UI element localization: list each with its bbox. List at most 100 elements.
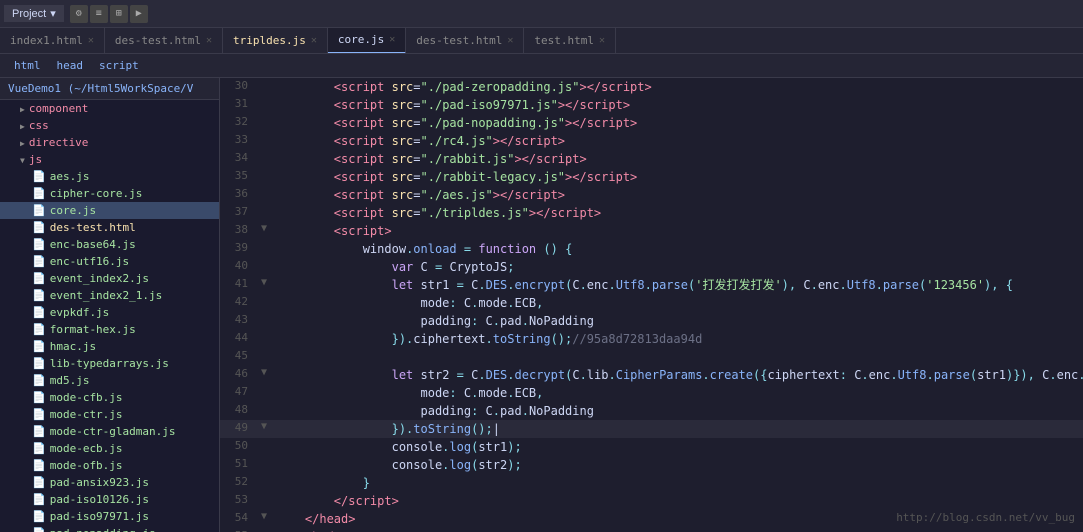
sidebar-item-css[interactable]: css <box>0 117 219 134</box>
sidebar-item-label: directive <box>29 136 89 149</box>
sidebar-item-event-index2[interactable]: 📄 event_index2.js <box>0 270 219 287</box>
line-54: 54 ▼ </head> <box>220 510 1083 528</box>
sidebar-item-component[interactable]: component <box>0 100 219 117</box>
folder-open-icon <box>20 153 25 166</box>
tab-close-icon[interactable]: ✕ <box>206 35 212 46</box>
sidebar-item-label: hmac.js <box>50 340 96 353</box>
line-52: 52 } <box>220 474 1083 492</box>
top-bar: Project ▾ ⚙ ≡ ⊞ ▶ <box>0 0 1083 28</box>
sidebar-item-pad-nopadding[interactable]: 📄 pad-nopadding.js <box>0 525 219 532</box>
sidebar-item-cipher-core[interactable]: 📄 cipher-core.js <box>0 185 219 202</box>
tab-test[interactable]: test.html ✕ <box>524 28 616 54</box>
sidebar-item-mode-ctr[interactable]: 📄 mode-ctr.js <box>0 406 219 423</box>
folder-icon <box>20 102 25 115</box>
sidebar-item-pad-ansix923[interactable]: 📄 pad-ansix923.js <box>0 474 219 491</box>
line-36: 36 <script src="./aes.js"></script> <box>220 186 1083 204</box>
sidebar-item-hmac[interactable]: 📄 hmac.js <box>0 338 219 355</box>
line-38: 38 ▼ <script> <box>220 222 1083 240</box>
sidebar-item-mode-ecb[interactable]: 📄 mode-ecb.js <box>0 440 219 457</box>
tab-close-icon[interactable]: ✕ <box>311 35 317 46</box>
line-44: 44 }).ciphertext.toString();//95a8d72813… <box>220 330 1083 348</box>
sidebar-item-label: mode-ctr.js <box>50 408 123 421</box>
tab-close-icon[interactable]: ✕ <box>507 35 513 46</box>
line-32: 32 <script src="./pad-nopadding.js"></sc… <box>220 114 1083 132</box>
tab-label: test.html <box>534 34 594 47</box>
file-icon: 📄 <box>32 459 46 472</box>
sidebar-item-enc-base64[interactable]: 📄 enc-base64.js <box>0 236 219 253</box>
tabs-bar: index1.html ✕ des-test.html ✕ tripldes.j… <box>0 28 1083 54</box>
file-icon: 📄 <box>32 408 46 421</box>
sidebar: VueDemo1 (~/Html5WorkSpace/V component c… <box>0 78 220 532</box>
sidebar-item-label: pad-nopadding.js <box>50 527 156 532</box>
breadcrumb-script[interactable]: script <box>93 58 145 73</box>
sidebar-item-label: mode-cfb.js <box>50 391 123 404</box>
line-45: 45 <box>220 348 1083 366</box>
line-48: 48 padding: C.pad.NoPadding <box>220 402 1083 420</box>
project-title: VueDemo1 (~/Html5WorkSpace/V <box>8 82 193 95</box>
sidebar-item-event-index2-1[interactable]: 📄 event_index2_1.js <box>0 287 219 304</box>
sidebar-item-label: format-hex.js <box>50 323 136 336</box>
sidebar-item-mode-cfb[interactable]: 📄 mode-cfb.js <box>0 389 219 406</box>
tab-label: tripldes.js <box>233 34 306 47</box>
project-menu[interactable]: Project ▾ <box>4 5 64 22</box>
tab-close-icon[interactable]: ✕ <box>599 35 605 46</box>
tab-tripldes[interactable]: tripldes.js ✕ <box>223 28 328 54</box>
tab-des-test[interactable]: des-test.html ✕ <box>105 28 223 54</box>
folder-icon <box>20 136 25 149</box>
file-icon: 📄 <box>32 493 46 506</box>
line-40: 40 var C = CryptoJS; <box>220 258 1083 276</box>
sidebar-item-js[interactable]: js <box>0 151 219 168</box>
toolbar-icon-1[interactable]: ⚙ <box>70 5 88 23</box>
sidebar-item-label: mode-ctr-gladman.js <box>50 425 176 438</box>
sidebar-item-enc-utf16[interactable]: 📄 enc-utf16.js <box>0 253 219 270</box>
tab-des-test2[interactable]: des-test.html ✕ <box>406 28 524 54</box>
sidebar-item-label: event_index2_1.js <box>50 289 163 302</box>
sidebar-item-label: pad-iso97971.js <box>50 510 149 523</box>
sidebar-item-core[interactable]: 📄 core.js <box>0 202 219 219</box>
line-50: 50 console.log(str1); <box>220 438 1083 456</box>
file-icon: 📄 <box>32 425 46 438</box>
line-47: 47 mode: C.mode.ECB, <box>220 384 1083 402</box>
tab-close-icon[interactable]: ✕ <box>88 35 94 46</box>
sidebar-item-label: component <box>29 102 89 115</box>
line-49: 49 ▼ }).toString();| <box>220 420 1083 438</box>
sidebar-item-pad-iso97971[interactable]: 📄 pad-iso97971.js <box>0 508 219 525</box>
sidebar-item-aes[interactable]: 📄 aes.js <box>0 168 219 185</box>
toolbar-icon-3[interactable]: ⊞ <box>110 5 128 23</box>
sidebar-item-label: mode-ofb.js <box>50 459 123 472</box>
sidebar-item-mode-ofb[interactable]: 📄 mode-ofb.js <box>0 457 219 474</box>
sidebar-item-format-hex[interactable]: 📄 format-hex.js <box>0 321 219 338</box>
sidebar-item-label: aes.js <box>50 170 90 183</box>
file-icon: 📄 <box>32 238 46 251</box>
sidebar-item-mode-ctr-gladman[interactable]: 📄 mode-ctr-gladman.js <box>0 423 219 440</box>
file-icon: 📄 <box>32 442 46 455</box>
file-icon: 📄 <box>32 306 46 319</box>
breadcrumb-html[interactable]: html <box>8 58 47 73</box>
tab-close-icon[interactable]: ✕ <box>389 34 395 45</box>
sidebar-item-label: js <box>29 153 42 166</box>
line-37: 37 <script src="./tripldes.js"></script> <box>220 204 1083 222</box>
tab-label: des-test.html <box>115 34 201 47</box>
line-30: 30 <script src="./pad-zeropadding.js"></… <box>220 78 1083 96</box>
tab-label: des-test.html <box>416 34 502 47</box>
file-icon: 📄 <box>32 187 46 200</box>
breadcrumb-head[interactable]: head <box>51 58 90 73</box>
sidebar-item-label: pad-iso10126.js <box>50 493 149 506</box>
file-icon: 📄 <box>32 510 46 523</box>
sidebar-item-md5[interactable]: 📄 md5.js <box>0 372 219 389</box>
tab-core[interactable]: core.js ✕ <box>328 28 406 54</box>
sidebar-item-evpkdf[interactable]: 📄 evpkdf.js <box>0 304 219 321</box>
line-33: 33 <script src="./rc4.js"></script> <box>220 132 1083 150</box>
sidebar-header: VueDemo1 (~/Html5WorkSpace/V <box>0 78 219 100</box>
sidebar-item-lib-typedarrays[interactable]: 📄 lib-typedarrays.js <box>0 355 219 372</box>
sidebar-item-des-test[interactable]: 📄 des-test.html <box>0 219 219 236</box>
code-editor[interactable]: 30 <script src="./pad-zeropadding.js"></… <box>220 78 1083 532</box>
toolbar-icon-4[interactable]: ▶ <box>130 5 148 23</box>
toolbar-icon-2[interactable]: ≡ <box>90 5 108 23</box>
sidebar-item-pad-iso10126[interactable]: 📄 pad-iso10126.js <box>0 491 219 508</box>
file-icon: 📄 <box>32 476 46 489</box>
tab-label: index1.html <box>10 34 83 47</box>
sidebar-item-directive[interactable]: directive <box>0 134 219 151</box>
file-icon: 📄 <box>32 340 46 353</box>
tab-index1[interactable]: index1.html ✕ <box>0 28 105 54</box>
